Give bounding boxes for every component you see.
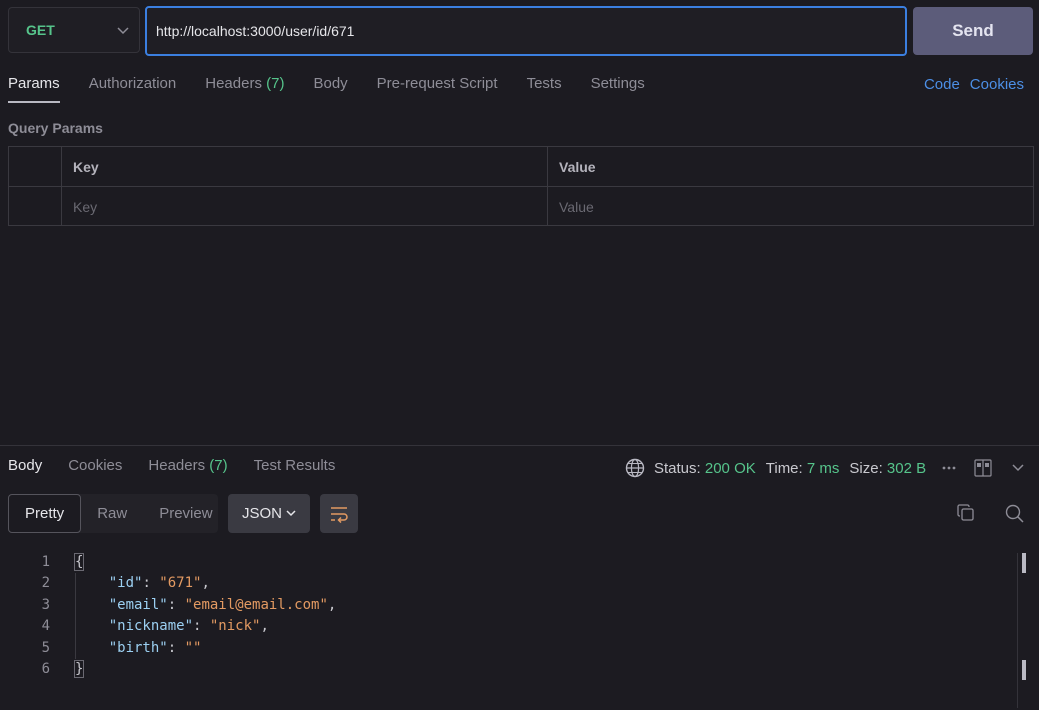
line-number: 1 <box>41 553 50 570</box>
code-line: 5 "birth": "" <box>0 637 1015 659</box>
response-tab-headers[interactable]: Headers (7) <box>148 457 227 483</box>
key-header: Key <box>62 147 548 186</box>
wrap-icon <box>329 505 349 523</box>
view-mode-group: Pretty Raw Preview <box>8 494 218 533</box>
time-info: Time: 7 ms <box>765 459 840 477</box>
response-tab-body[interactable]: Body <box>8 457 42 483</box>
size-value[interactable]: 302 B <box>887 460 926 477</box>
params-header-row: Key Value <box>9 147 1033 187</box>
pretty-button[interactable]: Pretty <box>8 494 82 533</box>
json-key: "nickname" <box>108 618 194 635</box>
json-value: "nick" <box>209 618 261 635</box>
tab-headers[interactable]: Headers (7) <box>205 75 284 103</box>
layout-icon[interactable] <box>974 459 992 477</box>
scrollbar-marker <box>1022 553 1026 573</box>
line-number: 4 <box>41 618 50 635</box>
json-value: "" <box>184 639 202 656</box>
json-key: "email" <box>108 596 168 613</box>
response-headers-count: (7) <box>209 457 228 474</box>
code-link[interactable]: Code <box>924 76 960 93</box>
response-tabs: Body Cookies Headers (7) Test Results <box>8 457 361 483</box>
line-number: 3 <box>41 596 50 613</box>
json-key: "birth" <box>108 639 168 656</box>
globe-icon[interactable] <box>625 458 645 478</box>
code-line: 2 "id": "671", <box>0 573 1015 595</box>
response-tab-cookies[interactable]: Cookies <box>68 457 122 483</box>
tab-tests[interactable]: Tests <box>527 75 562 103</box>
value-input[interactable]: Value <box>548 187 1033 226</box>
chevron-down-icon <box>117 22 129 38</box>
url-text: http://localhost:3000/user/id/671 <box>156 23 355 39</box>
wrap-button[interactable] <box>320 494 358 533</box>
params-table: Key Value Key Value <box>8 146 1034 226</box>
method-label: GET <box>26 22 55 38</box>
format-label: JSON <box>241 505 282 522</box>
raw-button[interactable]: Raw <box>81 494 143 533</box>
value-header: Value <box>559 158 596 175</box>
chevron-down-icon <box>286 510 296 517</box>
code-line: 1 { <box>0 551 1015 573</box>
close-brace: } <box>73 660 85 679</box>
status-value[interactable]: 200 OK <box>705 460 756 477</box>
json-value: "email@email.com" <box>184 596 328 613</box>
checkbox-column <box>9 147 62 186</box>
scrollbar-marker <box>1022 660 1026 680</box>
code-line: 6 } <box>0 659 1015 681</box>
time-value[interactable]: 7 ms <box>807 460 840 477</box>
status-info: Status: 200 OK <box>654 459 756 477</box>
request-tabs: Params Authorization Headers (7) Body Pr… <box>8 75 674 103</box>
key-input[interactable]: Key <box>62 187 548 226</box>
line-number: 2 <box>41 575 50 592</box>
search-icon[interactable] <box>1005 504 1024 523</box>
preview-button[interactable]: Preview <box>143 494 228 533</box>
size-info: Size: 302 B <box>849 459 927 477</box>
row-checkbox-cell <box>9 187 62 226</box>
copy-icon[interactable] <box>957 504 975 522</box>
url-input[interactable]: http://localhost:3000/user/id/671 <box>145 6 907 56</box>
response-tab-test-results[interactable]: Test Results <box>254 457 336 483</box>
json-key: "id" <box>108 575 143 592</box>
headers-count: (7) <box>266 75 285 92</box>
code-line: 4 "nickname": "nick", <box>0 616 1015 638</box>
tab-params[interactable]: Params <box>8 75 60 103</box>
cookies-link[interactable]: Cookies <box>970 76 1024 93</box>
more-icon[interactable] <box>942 465 956 471</box>
tab-body[interactable]: Body <box>313 75 347 103</box>
status-bar: Status: 200 OK Time: 7 ms Size: 302 B <box>625 458 1024 478</box>
format-select[interactable]: JSON <box>228 494 310 533</box>
line-number: 6 <box>41 661 50 678</box>
open-brace: { <box>73 552 85 571</box>
tab-authorization[interactable]: Authorization <box>89 75 177 103</box>
query-params-title: Query Params <box>8 120 103 136</box>
line-number: 5 <box>41 639 50 656</box>
send-button[interactable]: Send <box>913 7 1033 55</box>
pane-divider[interactable] <box>0 445 1039 446</box>
code-line: 3 "email": "email@email.com", <box>0 594 1015 616</box>
json-value: "671" <box>159 575 202 592</box>
params-row: Key Value <box>9 187 1033 226</box>
tab-settings[interactable]: Settings <box>591 75 645 103</box>
right-links: Code Cookies <box>924 76 1024 93</box>
chevron-down-icon[interactable] <box>1012 464 1024 472</box>
response-body[interactable]: 1 { 2 "id": "671", 3 "email": "email@ema… <box>0 551 1015 680</box>
tab-pre-request-script[interactable]: Pre-request Script <box>377 75 498 103</box>
scrollbar-track[interactable] <box>1017 553 1018 708</box>
method-select[interactable]: GET <box>8 7 140 53</box>
